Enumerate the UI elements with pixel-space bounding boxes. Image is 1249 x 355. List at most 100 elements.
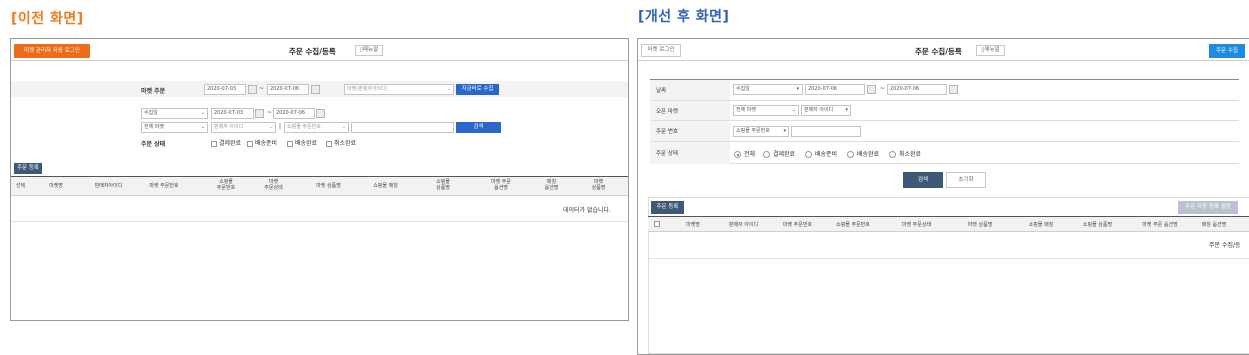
radio-button[interactable]: [805, 151, 812, 158]
after-col-market-product: 마켓 상품명: [967, 222, 993, 228]
after-all-market-select[interactable]: 전체 마켓 ⌄: [733, 105, 799, 116]
radio-button[interactable]: [734, 151, 741, 158]
before-screen: 마켓 관리자 자동 로그인 주문 수집/등록 ▯매뉴얼 마켓 주문 2020-0…: [10, 38, 629, 321]
before-mall-order-select[interactable]: 쇼핑몰 주문번호 ⌄: [284, 122, 349, 133]
calendar-icon[interactable]: [311, 85, 320, 94]
before-heading: [이전 화면]: [11, 11, 84, 27]
after-col-seller-id: 판매자 아이디: [728, 222, 759, 228]
before-col-mall-product: 쇼핑몰 상품명: [436, 179, 450, 191]
after-date-label: 날짜: [650, 80, 730, 100]
after-col-mall-product: 쇼핑몰 상품명: [1082, 222, 1113, 228]
after-status-label-shipped: 배송완료: [857, 151, 880, 158]
radio-button[interactable]: [763, 151, 770, 158]
after-col-mall-order-no: 쇼핑몰 주문번호: [836, 222, 870, 228]
before-col-market-status: 마켓 주문상태: [264, 179, 283, 191]
before-search-button[interactable]: 검색: [456, 122, 501, 133]
before-col-select: 선택: [15, 183, 26, 189]
after-market-login-button[interactable]: 마켓 로그인: [641, 44, 681, 57]
before-col-market: 마켓명: [49, 183, 63, 189]
after-status-label-preparing: 배송준비: [815, 151, 838, 158]
before-divider-bar: |: [279, 123, 282, 130]
before-order-status-label: 주문 상태: [141, 141, 166, 148]
after-status-option-preparing[interactable]: 배송준비: [805, 149, 837, 158]
calendar-icon[interactable]: [248, 85, 257, 94]
before-date-to-input[interactable]: 2020-07-06: [267, 84, 309, 95]
before-status-label-2: 배송준비: [255, 140, 278, 147]
before-col-market-option: 마켓 주문 옵션명: [491, 179, 511, 191]
after-empty-message: 주문 수집/등: [1209, 242, 1241, 249]
after-manual-label: 매뉴얼: [984, 47, 1000, 53]
radio-button[interactable]: [889, 151, 896, 158]
after-col-market-order-no: 마켓 주문번호: [782, 222, 813, 228]
radio-button[interactable]: [847, 151, 854, 158]
before-status-option-3[interactable]: 배송완료: [287, 138, 317, 147]
checkbox[interactable]: [247, 140, 253, 147]
after-order-no-label: 주문 번호: [650, 121, 730, 141]
before-order-register-button[interactable]: 주문 등록: [14, 163, 42, 174]
after-mall-order-select[interactable]: 쇼핑몰 주문번호 ▾: [733, 126, 789, 137]
after-select-all-checkbox[interactable]: [654, 221, 660, 227]
checkbox[interactable]: [326, 140, 332, 147]
after-auto-register-setting-button[interactable]: 주문 자동 등록 설정: [1178, 201, 1238, 214]
checkbox[interactable]: [287, 140, 293, 147]
after-order-no-input[interactable]: [791, 126, 861, 137]
calendar-icon[interactable]: [316, 109, 325, 118]
before-status-option-4[interactable]: 취소완료: [326, 138, 356, 147]
after-col-market: 마켓명: [686, 222, 700, 228]
chevron-down-icon: ⌄: [200, 124, 205, 130]
after-reset-button[interactable]: 초기화: [946, 172, 986, 188]
after-seller-id-select[interactable]: 판매자 아이디 ▾: [801, 105, 851, 116]
calendar-icon[interactable]: [867, 85, 876, 94]
before-col-market-product: 마켓 상품명: [316, 183, 341, 189]
after-status-option-shipped[interactable]: 배송완료: [847, 149, 879, 158]
after-status-option-paid[interactable]: 결제완료: [763, 149, 795, 158]
before-filter-tilde: ~: [267, 109, 273, 116]
after-order-register-button[interactable]: 주문 등록: [651, 201, 684, 214]
before-date-type-select[interactable]: 수집일 ⌄: [141, 108, 208, 119]
after-date-to-input[interactable]: 2020-07-06: [887, 84, 947, 95]
before-seller-id-select[interactable]: 판매자 아이디 ⌄: [211, 122, 276, 133]
before-table-divider: [11, 221, 628, 222]
after-tilde: ~: [880, 85, 886, 92]
after-order-collect-button[interactable]: 주문 수집: [1209, 44, 1245, 58]
after-col-market-option: 마켓 주문 옵션명: [1142, 222, 1178, 228]
before-search-input[interactable]: [351, 122, 454, 133]
after-date-from-input[interactable]: 2020-07-06: [805, 84, 865, 95]
after-date-type-value: 수집일: [736, 86, 750, 92]
before-market-select-placeholder: 마켓(판매자아이디): [347, 86, 388, 92]
before-col-market-product-2: 마켓 상품명: [591, 179, 606, 191]
before-status-label-1: 결제완료: [219, 140, 242, 147]
chevron-down-icon: ⌄: [341, 124, 346, 130]
before-market-select[interactable]: 마켓(판매자아이디) ⌄: [344, 84, 454, 95]
after-status-option-all[interactable]: 전체: [734, 149, 755, 158]
after-date-type-select[interactable]: 수집일 ▾: [733, 84, 803, 95]
after-col-market-status: 마켓 주문상태: [901, 222, 932, 228]
after-status-option-cancelled[interactable]: 취소완료: [889, 149, 921, 158]
calendar-icon[interactable]: [949, 85, 958, 94]
before-status-option-2[interactable]: 배송준비: [247, 138, 277, 147]
after-status-label-paid: 결제완료: [773, 151, 796, 158]
before-empty-message: 데이터가 없습니다.: [563, 207, 611, 214]
after-status-label-cancelled: 취소완료: [899, 151, 922, 158]
before-status-label-4: 취소완료: [334, 140, 357, 147]
checkbox[interactable]: [211, 140, 217, 147]
caret-down-icon: ▾: [845, 107, 848, 113]
before-all-market-select[interactable]: 전체 마켓 ⌄: [141, 122, 208, 133]
before-manual-button[interactable]: ▯매뉴얼: [355, 45, 383, 56]
before-seller-id-value: 판매자 아이디: [214, 124, 244, 130]
before-filter-date-to[interactable]: 2020-07-06: [273, 108, 315, 119]
before-auto-login-button[interactable]: 마켓 관리자 자동 로그인: [14, 44, 90, 58]
after-seller-id-value: 판매자 아이디: [804, 107, 834, 113]
before-date-from-input[interactable]: 2020-07-03: [204, 84, 246, 95]
before-page-title: 주문 수집/등록: [289, 47, 336, 56]
before-col-mall-matching: 쇼핑몰 매칭: [373, 183, 398, 189]
after-manual-button[interactable]: ▯매뉴얼: [976, 45, 1005, 56]
after-mall-order-value: 쇼핑몰 주문번호: [736, 128, 770, 134]
calendar-icon[interactable]: [255, 109, 264, 118]
before-status-option-1[interactable]: 결제완료: [211, 138, 241, 147]
before-filter-date-from[interactable]: 2020-07-03: [211, 108, 254, 119]
before-collect-now-button[interactable]: 지금바로 수집: [456, 84, 499, 95]
after-search-button[interactable]: 검색: [903, 172, 943, 188]
before-tilde: ~: [259, 85, 265, 92]
after-status-label-all: 전체: [744, 151, 756, 158]
